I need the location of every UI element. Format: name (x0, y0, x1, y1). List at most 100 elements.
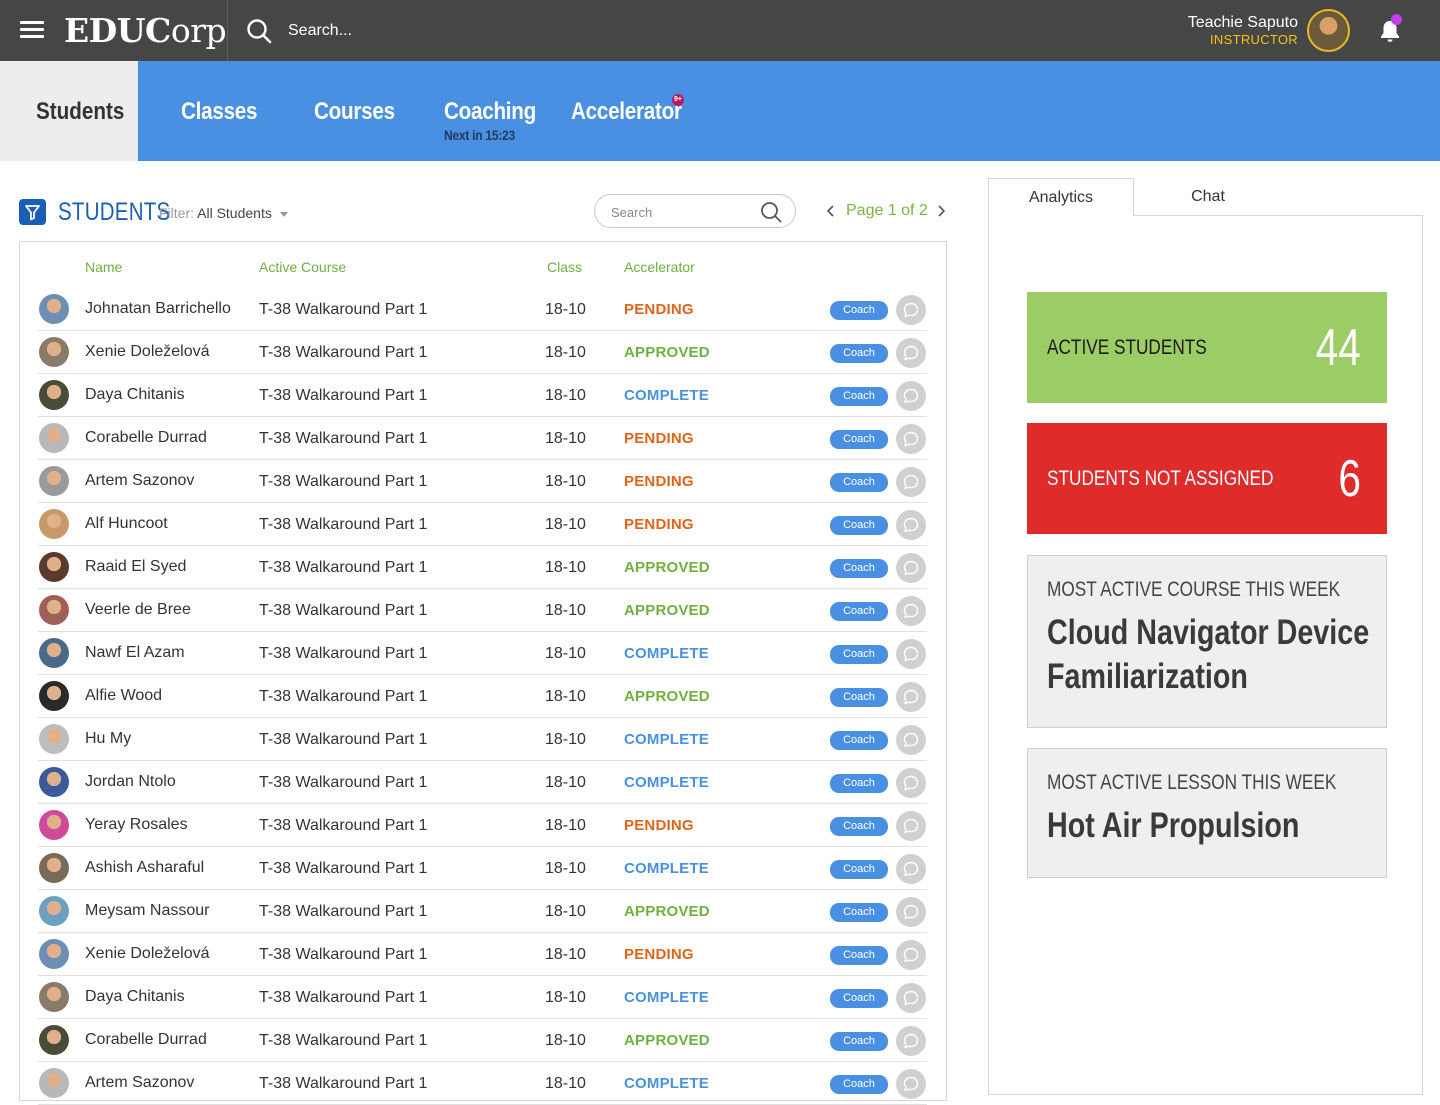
chat-button[interactable] (896, 467, 926, 497)
chevron-left-icon[interactable] (824, 201, 838, 221)
chevron-right-icon[interactable] (934, 201, 948, 221)
student-name[interactable]: Artem Sazonov (85, 1074, 194, 1092)
most-active-lesson-card[interactable]: MOST ACTIVE LESSON THIS WEEK Hot Air Pro… (1027, 748, 1387, 878)
coach-button[interactable]: Coach (830, 602, 888, 621)
student-name[interactable]: Yeray Rosales (85, 816, 188, 834)
not-assigned-card[interactable]: STUDENTS NOT ASSIGNED 6 (1027, 423, 1387, 534)
tab-students-label[interactable]: Students (36, 98, 124, 126)
chat-button[interactable] (896, 1026, 926, 1056)
table-row[interactable]: Yeray Rosales T-38 Walkaround Part 1 18-10… (38, 804, 927, 847)
chat-button[interactable] (896, 424, 926, 454)
chat-button[interactable] (896, 639, 926, 669)
column-header-course[interactable]: Active Course (259, 259, 346, 275)
search-icon[interactable] (246, 18, 272, 44)
table-row[interactable]: Daya Chitanis T-38 Walkaround Part 1 18-10… (38, 374, 927, 417)
chat-button[interactable] (896, 1069, 926, 1099)
coach-button[interactable]: Coach (830, 989, 888, 1008)
chat-button[interactable] (896, 940, 926, 970)
table-row[interactable]: Daya Chitanis T-38 Walkaround Part 1 18-10… (38, 976, 927, 1019)
coach-button[interactable]: Coach (830, 645, 888, 664)
most-active-course-card[interactable]: MOST ACTIVE COURSE THIS WEEK Cloud Navig… (1027, 555, 1387, 728)
student-name[interactable]: Corabelle Durrad (85, 1031, 207, 1049)
chat-button[interactable] (896, 768, 926, 798)
table-row[interactable]: Veerle de Bree T-38 Walkaround Part 1 18-1… (38, 589, 927, 632)
student-name[interactable]: Raaid El Syed (85, 558, 186, 576)
column-header-name[interactable]: Name (85, 259, 122, 275)
student-name[interactable]: Alfie Wood (85, 687, 162, 705)
column-header-class[interactable]: Class (547, 259, 582, 275)
user-avatar[interactable] (1307, 9, 1350, 52)
coach-button[interactable]: Coach (830, 860, 888, 879)
search-icon[interactable] (759, 200, 783, 224)
column-header-accelerator[interactable]: Accelerator (624, 259, 695, 275)
coach-button[interactable]: Coach (830, 731, 888, 750)
filter-button[interactable] (19, 199, 46, 225)
table-row[interactable]: Alfie Wood T-38 Walkaround Part 1 18-10 APP… (38, 675, 927, 718)
app-logo[interactable]: EDUCorp (64, 10, 227, 52)
table-row[interactable]: Raaid El Syed T-38 Walkaround Part 1 18-10… (38, 546, 927, 589)
student-name[interactable]: Meysam Nassour (85, 902, 209, 920)
table-row[interactable]: Artem Sazonov T-38 Walkaround Part 1 18-10… (38, 460, 927, 503)
chat-button[interactable] (896, 596, 926, 626)
chat-button[interactable] (896, 682, 926, 712)
chat-button[interactable] (896, 553, 926, 583)
chat-button[interactable] (896, 983, 926, 1013)
tab-chat[interactable]: Chat (1134, 178, 1282, 216)
student-name[interactable]: Jordan Ntolo (85, 773, 176, 791)
menu-icon[interactable] (20, 21, 44, 39)
coach-button[interactable]: Coach (830, 1032, 888, 1051)
student-name[interactable]: Alf Huncoot (85, 515, 168, 533)
table-row[interactable]: Artem Sazonov T-38 Walkaround Part 1 18-10… (38, 1062, 927, 1105)
chat-button[interactable] (896, 295, 926, 325)
tab-classes[interactable]: Classes (181, 61, 258, 161)
coach-button[interactable]: Coach (830, 344, 888, 363)
chat-button[interactable] (896, 338, 926, 368)
active-students-card[interactable]: ACTIVE STUDENTS 44 (1027, 292, 1387, 403)
coach-button[interactable]: Coach (830, 946, 888, 965)
table-row[interactable]: Johnatan Barrichello T-38 Walkaround Part… (38, 288, 927, 331)
chat-button[interactable] (896, 725, 926, 755)
table-row[interactable]: Jordan Ntolo T-38 Walkaround Part 1 18-10 C… (38, 761, 927, 804)
chat-button[interactable] (896, 510, 926, 540)
coach-button[interactable]: Coach (830, 430, 888, 449)
table-row[interactable]: Xenie Doleželová T-38 Walkaround Part 1 18… (38, 933, 927, 976)
table-row[interactable]: Ashish Asharaful T-38 Walkaround Part 1 18… (38, 847, 927, 890)
tab-coaching[interactable]: Coaching Next in 15:23 (444, 61, 539, 161)
table-row[interactable]: Corabelle Durrad T-38 Walkaround Part 1 18… (38, 417, 927, 460)
student-search-input[interactable] (611, 203, 751, 221)
student-name[interactable]: Nawf El Azam (85, 644, 185, 662)
student-name[interactable]: Daya Chitanis (85, 386, 185, 404)
student-name[interactable]: Hu My (85, 730, 131, 748)
student-name[interactable]: Artem Sazonov (85, 472, 194, 490)
student-name[interactable]: Xenie Doleželová (85, 945, 210, 963)
chat-button[interactable] (896, 854, 926, 884)
student-name[interactable]: Veerle de Bree (85, 601, 191, 619)
table-row[interactable]: Meysam Nassour T-38 Walkaround Part 1 18-1… (38, 890, 927, 933)
student-name[interactable]: Daya Chitanis (85, 988, 185, 1006)
coach-button[interactable]: Coach (830, 387, 888, 406)
student-name[interactable]: Johnatan Barrichello (85, 300, 231, 318)
tab-analytics[interactable]: Analytics (988, 178, 1134, 216)
tab-courses[interactable]: Courses (314, 61, 395, 161)
tab-accelerator[interactable]: Accelerator (571, 61, 683, 161)
table-row[interactable]: Alf Huncoot T-38 Walkaround Part 1 18-10 PE… (38, 503, 927, 546)
filter-dropdown[interactable]: Filter: All Students (159, 205, 288, 221)
coach-button[interactable]: Coach (830, 559, 888, 578)
student-name[interactable]: Corabelle Durrad (85, 429, 207, 447)
student-name[interactable]: Ashish Asharaful (85, 859, 204, 877)
table-row[interactable]: Hu My T-38 Walkaround Part 1 18-10 COMPLETE… (38, 718, 927, 761)
coach-button[interactable]: Coach (830, 473, 888, 492)
coach-button[interactable]: Coach (830, 903, 888, 922)
table-row[interactable]: Corabelle Durrad T-38 Walkaround Part 1 18… (38, 1019, 927, 1062)
coach-button[interactable]: Coach (830, 1075, 888, 1094)
student-name[interactable]: Xenie Doleželová (85, 343, 210, 361)
global-search-input[interactable] (288, 18, 588, 44)
table-row[interactable]: Nawf El Azam T-38 Walkaround Part 1 18-10 C… (38, 632, 927, 675)
coach-button[interactable]: Coach (830, 817, 888, 836)
coach-button[interactable]: Coach (830, 774, 888, 793)
chat-button[interactable] (896, 897, 926, 927)
coach-button[interactable]: Coach (830, 301, 888, 320)
coach-button[interactable]: Coach (830, 688, 888, 707)
chat-button[interactable] (896, 811, 926, 841)
chat-button[interactable] (896, 381, 926, 411)
